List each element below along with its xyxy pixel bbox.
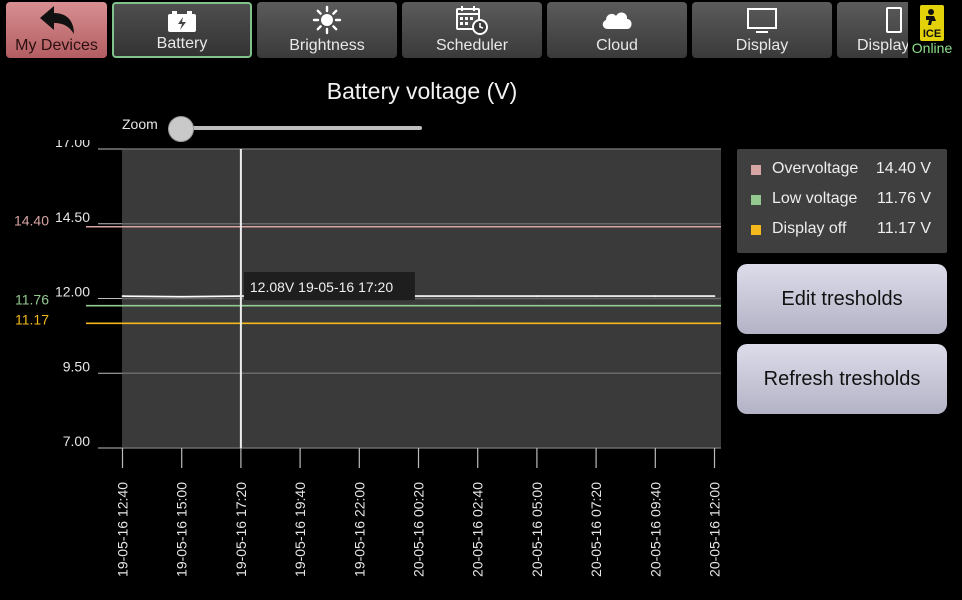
x-tick-label: 20-05-16 05:00 (529, 482, 545, 577)
tab-label: Battery (156, 35, 208, 52)
refresh-thresholds-button[interactable]: Refresh tresholds (737, 344, 947, 414)
y-tick-label: 7.00 (63, 433, 90, 449)
legend-swatch (751, 195, 761, 205)
voltage-data-point (654, 295, 657, 297)
zoom-slider-handle[interactable] (168, 116, 194, 142)
edit-thresholds-button[interactable]: Edit tresholds (737, 264, 947, 334)
x-tick-label: 19-05-16 12:40 (115, 482, 131, 577)
top-toolbar: My Devices Battery Brightness Scheduler … (0, 0, 962, 61)
legend-value: 14.40 V (875, 160, 931, 177)
tab-label: My Devices (15, 37, 98, 54)
legend-item-display-off: Display off 11.17 V (751, 219, 933, 241)
voltage-data-point (595, 295, 597, 297)
legend-swatch (751, 165, 761, 175)
monitor-icon (692, 6, 832, 34)
tab-label: Brightness (289, 37, 365, 54)
y-tick-label: 12.00 (55, 284, 90, 300)
threshold-label: 11.17 (15, 311, 49, 327)
ice-logo-text: ICE (922, 28, 942, 40)
legend-name: Low voltage (772, 190, 858, 207)
x-tick-label: 20-05-16 00:20 (411, 482, 427, 577)
battery-icon (114, 8, 250, 36)
zoom-label: Zoom (122, 116, 158, 132)
online-status: Online (911, 40, 953, 56)
x-tick-label: 20-05-16 07:20 (588, 482, 604, 577)
voltage-data-point (180, 295, 183, 298)
tab-display[interactable]: Display (692, 2, 832, 58)
device-status-badge: ICE Online (908, 2, 956, 58)
tooltip-text: 12.08V 19-05-16 17:20 (250, 279, 393, 295)
voltage-data-point (713, 295, 716, 297)
tab-display-2[interactable]: Display (837, 2, 909, 58)
y-tick-label: 9.50 (63, 358, 90, 374)
legend-name: Display off (772, 220, 847, 237)
legend-value: 11.17 V (877, 220, 931, 237)
cloud-icon (547, 6, 687, 34)
tab-battery[interactable]: Battery (112, 2, 252, 58)
tab-label: Display (735, 37, 789, 54)
legend-value: 11.76 V (877, 190, 931, 207)
x-tick-label: 19-05-16 17:20 (233, 482, 249, 577)
sun-icon (257, 5, 397, 35)
x-tick-label: 20-05-16 09:40 (647, 482, 663, 577)
zoom-slider-track[interactable] (180, 126, 422, 130)
phone-icon (881, 6, 907, 34)
voltage-data-point (476, 295, 479, 297)
chart-title: Battery voltage (V) (326, 78, 518, 104)
calendar-clock-icon (402, 6, 542, 35)
tab-brightness[interactable]: Brightness (257, 2, 397, 58)
y-tick-label: 17.00 (55, 140, 90, 150)
threshold-label: 14.40 (14, 213, 49, 229)
voltage-data-point (417, 295, 420, 297)
ice-logo-icon: ICE (920, 5, 944, 41)
voltage-chart[interactable]: 17.00 14.50 12.00 9.50 7.00 14.40 11.76 11.17 19… (0, 140, 730, 600)
tab-scheduler[interactable]: Scheduler (402, 2, 542, 58)
legend-name: Overvoltage (772, 160, 859, 177)
legend-swatch (751, 225, 761, 235)
tab-label: Scheduler (435, 37, 509, 54)
x-tick-label: 19-05-16 15:00 (174, 482, 190, 577)
x-tick-label: 19-05-16 19:40 (292, 482, 308, 577)
tab-my-devices[interactable]: My Devices (6, 2, 107, 58)
legend-item-overvoltage: Overvoltage 14.40 V (751, 159, 933, 181)
back-arrow-icon (6, 6, 107, 34)
x-tick-label: 20-05-16 12:00 (707, 482, 723, 577)
tab-cloud[interactable]: Cloud (547, 2, 687, 58)
voltage-data-point (121, 295, 124, 297)
tab-label: Cloud (596, 37, 638, 54)
voltage-data-point (536, 295, 538, 297)
y-tick-label: 14.50 (55, 209, 90, 225)
threshold-label: 11.76 (15, 292, 49, 308)
legend-item-low-voltage: Low voltage 11.76 V (751, 189, 933, 211)
tab-label: Display (857, 37, 909, 54)
x-tick-label: 19-05-16 22:00 (351, 482, 367, 577)
x-tick-label: 20-05-16 02:40 (470, 482, 486, 577)
threshold-legend: Overvoltage 14.40 V Low voltage 11.76 V … (737, 149, 947, 253)
